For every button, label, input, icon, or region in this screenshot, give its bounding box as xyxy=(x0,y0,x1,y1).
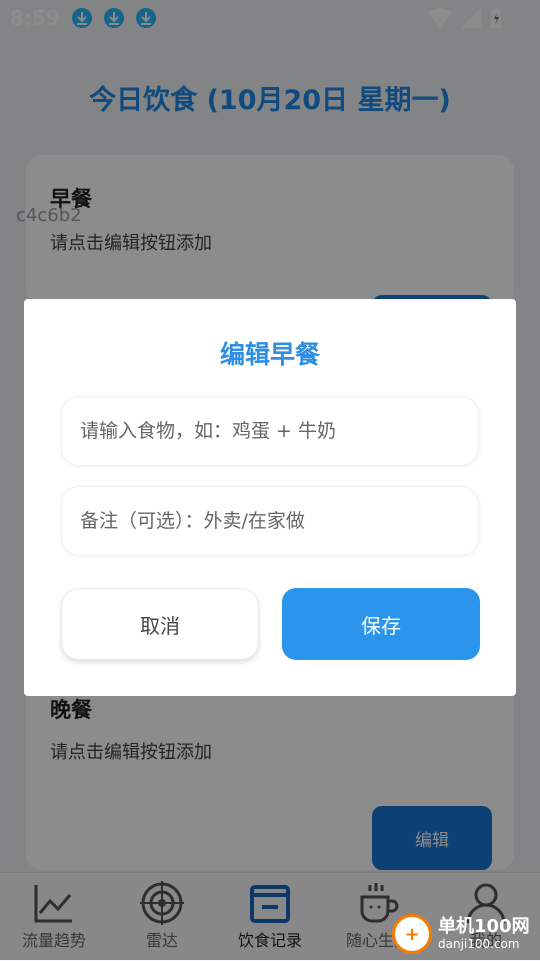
cancel-button[interactable]: 取消 xyxy=(61,588,259,660)
site-url: danji100.com xyxy=(438,937,520,951)
note-input[interactable] xyxy=(61,486,479,556)
edit-breakfast-dialog: 编辑早餐 取消 保存 xyxy=(24,299,516,696)
dialog-title: 编辑早餐 xyxy=(219,340,320,369)
site-name: 单机100网 xyxy=(438,916,530,937)
save-button[interactable]: 保存 xyxy=(282,588,480,660)
site-watermark: + 单机100网 danji100.com xyxy=(392,914,530,954)
food-input[interactable] xyxy=(61,396,479,466)
site-logo-icon: + xyxy=(392,914,432,954)
